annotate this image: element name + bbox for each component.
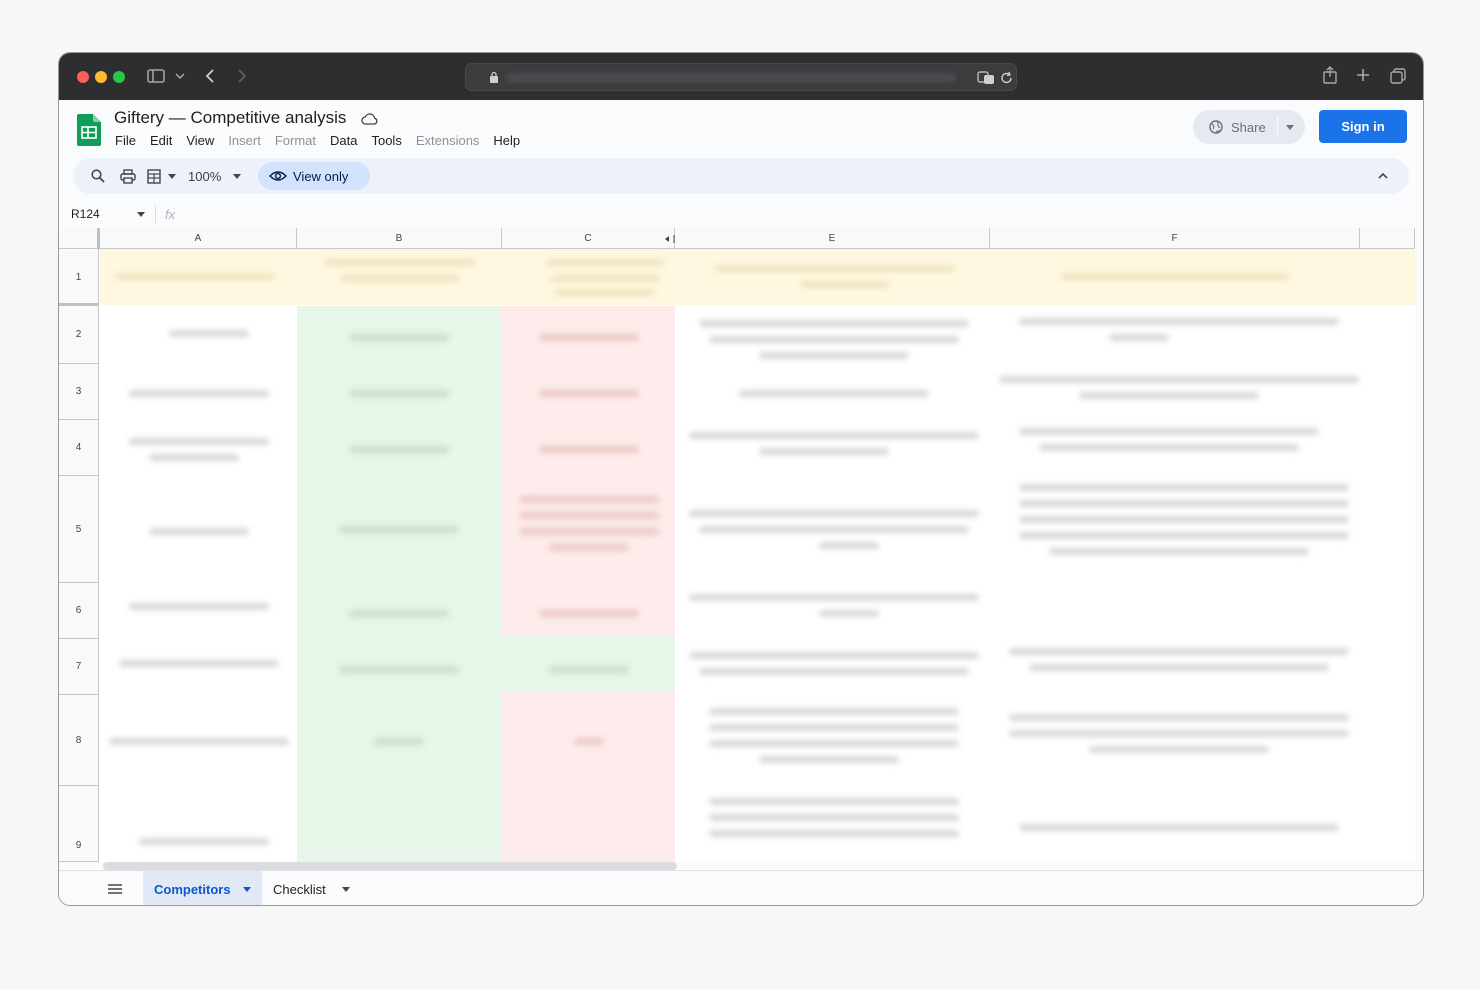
- column-c-fill[interactable]: [502, 306, 675, 636]
- horizontal-scrollbar-thumb[interactable]: [103, 862, 677, 870]
- column-c-fill-negative[interactable]: [502, 692, 675, 862]
- sheets-toolbar: 100% View only: [73, 158, 1409, 194]
- row-header-6[interactable]: 6: [59, 583, 99, 639]
- row-header-3[interactable]: 3: [59, 364, 99, 420]
- menu-format[interactable]: Format: [275, 133, 316, 148]
- name-box-dropdown-icon[interactable]: [137, 212, 145, 217]
- minimize-window-button[interactable]: [95, 71, 107, 83]
- row-header-8[interactable]: 8: [59, 695, 99, 786]
- cloud-saved-icon[interactable]: [361, 112, 379, 126]
- browser-toolbar: [59, 53, 1423, 101]
- column-header-e[interactable]: E: [675, 228, 990, 249]
- tabs-overview-icon[interactable]: [1390, 68, 1406, 84]
- row-header-9[interactable]: 9: [59, 786, 99, 862]
- zoom-dropdown-icon[interactable]: [233, 174, 241, 179]
- tab-dropdown-icon[interactable]: [342, 887, 350, 892]
- menu-data[interactable]: Data: [330, 133, 357, 148]
- column-header-f[interactable]: F: [990, 228, 1360, 249]
- share-icon[interactable]: [1323, 66, 1337, 84]
- sheet-tab-label: Competitors: [154, 882, 231, 897]
- column-header-b[interactable]: B: [297, 228, 502, 249]
- menu-bar: File Edit View Insert Format Data Tools …: [115, 133, 520, 148]
- address-bar[interactable]: [465, 63, 1017, 91]
- sign-in-button[interactable]: Sign in: [1319, 110, 1407, 143]
- all-sheets-menu-icon[interactable]: [108, 884, 122, 894]
- chevron-down-icon[interactable]: [168, 174, 176, 179]
- chevron-down-icon[interactable]: [175, 72, 185, 80]
- menu-file[interactable]: File: [115, 133, 136, 148]
- row-header-7[interactable]: 7: [59, 639, 99, 695]
- menu-help[interactable]: Help: [493, 133, 520, 148]
- view-only-badge[interactable]: View only: [258, 162, 370, 190]
- share-divider: [1277, 116, 1278, 138]
- row-header-2[interactable]: 2: [59, 306, 99, 364]
- grid-format-icon[interactable]: [147, 169, 163, 184]
- fx-icon: fx: [165, 207, 176, 222]
- row-header-4[interactable]: 4: [59, 420, 99, 476]
- share-label: Share: [1231, 120, 1266, 135]
- share-button[interactable]: Share: [1193, 110, 1305, 144]
- close-window-button[interactable]: [77, 71, 89, 83]
- view-only-label: View only: [293, 169, 349, 184]
- reload-icon[interactable]: [1000, 71, 1013, 85]
- tab-dropdown-icon[interactable]: [243, 887, 251, 892]
- column-header-next[interactable]: [1360, 228, 1415, 249]
- sheet-tab-competitors[interactable]: Competitors: [143, 871, 262, 905]
- sheet-tabs-bar: Competitors Checklist: [59, 870, 1423, 905]
- menu-edit[interactable]: Edit: [150, 133, 172, 148]
- menu-extensions[interactable]: Extensions: [416, 133, 480, 148]
- spreadsheet-grid[interactable]: A B C E F 1 2 3 4 5 6 7 8 9: [59, 228, 1415, 862]
- zoom-select[interactable]: 100%: [188, 169, 221, 184]
- menu-insert[interactable]: Insert: [228, 133, 261, 148]
- header-row[interactable]: [100, 249, 1415, 305]
- zoom-window-button[interactable]: [113, 71, 125, 83]
- column-header-a[interactable]: A: [100, 228, 297, 249]
- forward-icon[interactable]: [237, 68, 247, 84]
- name-box[interactable]: R124: [71, 207, 100, 221]
- sheets-logo-icon[interactable]: [77, 114, 101, 146]
- row-header-1[interactable]: 1: [59, 249, 99, 306]
- print-icon[interactable]: [120, 169, 136, 184]
- translate-icon[interactable]: [977, 71, 995, 85]
- new-tab-icon[interactable]: [1356, 68, 1370, 82]
- eye-icon: [269, 171, 287, 181]
- globe-icon: [1209, 120, 1223, 134]
- sheets-app: Giftery — Competitive analysis File Edit…: [59, 100, 1423, 905]
- browser-window: Giftery — Competitive analysis File Edit…: [58, 52, 1424, 906]
- url-text: [506, 73, 956, 82]
- lock-icon: [490, 71, 498, 83]
- row-header-5[interactable]: 5: [59, 476, 99, 583]
- column-c-fill-positive[interactable]: [502, 636, 675, 692]
- sidebar-icon[interactable]: [147, 68, 165, 84]
- menu-tools[interactable]: Tools: [371, 133, 401, 148]
- column-header-c[interactable]: C: [502, 228, 675, 249]
- formula-divider: [155, 205, 156, 223]
- document-title[interactable]: Giftery — Competitive analysis: [114, 108, 346, 128]
- sheet-tab-checklist[interactable]: Checklist: [273, 882, 326, 897]
- select-all-corner[interactable]: [59, 228, 100, 249]
- menu-view[interactable]: View: [186, 133, 214, 148]
- search-icon[interactable]: [91, 169, 105, 183]
- back-icon[interactable]: [205, 68, 215, 84]
- share-dropdown-icon[interactable]: [1286, 125, 1294, 130]
- collapse-toolbar-icon[interactable]: [1378, 172, 1388, 179]
